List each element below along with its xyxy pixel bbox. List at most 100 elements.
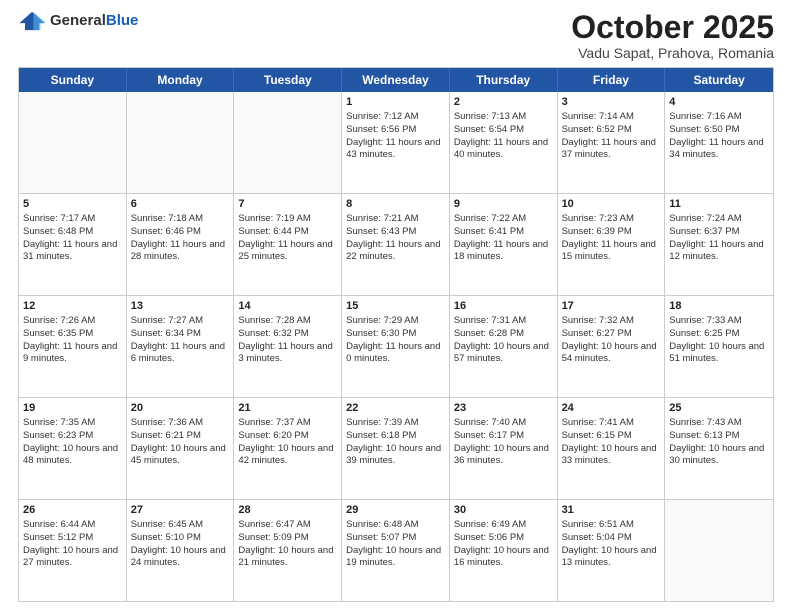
- weekday-sunday: Sunday: [19, 68, 127, 92]
- calendar-cell: 10Sunrise: 7:23 AMSunset: 6:39 PMDayligh…: [558, 194, 666, 295]
- calendar-row-1: 5Sunrise: 7:17 AMSunset: 6:48 PMDaylight…: [19, 193, 773, 295]
- sunset-text: Sunset: 5:09 PM: [238, 532, 337, 545]
- day-number: 17: [562, 299, 661, 314]
- sunset-text: Sunset: 5:10 PM: [131, 532, 230, 545]
- sunrise-text: Sunrise: 7:14 AM: [562, 111, 661, 124]
- sunrise-text: Sunrise: 7:33 AM: [669, 315, 769, 328]
- sunrise-text: Sunrise: 7:22 AM: [454, 213, 553, 226]
- sunrise-text: Sunrise: 7:23 AM: [562, 213, 661, 226]
- day-number: 26: [23, 503, 122, 518]
- day-number: 30: [454, 503, 553, 518]
- sunset-text: Sunset: 6:18 PM: [346, 430, 445, 443]
- calendar-cell: 9Sunrise: 7:22 AMSunset: 6:41 PMDaylight…: [450, 194, 558, 295]
- calendar-cell: 26Sunrise: 6:44 AMSunset: 5:12 PMDayligh…: [19, 500, 127, 601]
- sunset-text: Sunset: 6:56 PM: [346, 124, 445, 137]
- sunset-text: Sunset: 5:12 PM: [23, 532, 122, 545]
- calendar-cell: 16Sunrise: 7:31 AMSunset: 6:28 PMDayligh…: [450, 296, 558, 397]
- sunrise-text: Sunrise: 7:41 AM: [562, 417, 661, 430]
- sunrise-text: Sunrise: 7:39 AM: [346, 417, 445, 430]
- daylight-text: Daylight: 11 hours and 31 minutes.: [23, 239, 122, 265]
- sunset-text: Sunset: 6:39 PM: [562, 226, 661, 239]
- day-number: 9: [454, 197, 553, 212]
- day-number: 6: [131, 197, 230, 212]
- sunrise-text: Sunrise: 7:29 AM: [346, 315, 445, 328]
- daylight-text: Daylight: 11 hours and 37 minutes.: [562, 137, 661, 163]
- day-number: 13: [131, 299, 230, 314]
- weekday-tuesday: Tuesday: [234, 68, 342, 92]
- daylight-text: Daylight: 10 hours and 51 minutes.: [669, 341, 769, 367]
- sunset-text: Sunset: 6:28 PM: [454, 328, 553, 341]
- calendar-cell: 15Sunrise: 7:29 AMSunset: 6:30 PMDayligh…: [342, 296, 450, 397]
- calendar-cell: 18Sunrise: 7:33 AMSunset: 6:25 PMDayligh…: [665, 296, 773, 397]
- day-number: 23: [454, 401, 553, 416]
- day-number: 5: [23, 197, 122, 212]
- daylight-text: Daylight: 11 hours and 25 minutes.: [238, 239, 337, 265]
- sunrise-text: Sunrise: 7:21 AM: [346, 213, 445, 226]
- sunrise-text: Sunrise: 6:51 AM: [562, 519, 661, 532]
- sunset-text: Sunset: 6:43 PM: [346, 226, 445, 239]
- sunset-text: Sunset: 6:34 PM: [131, 328, 230, 341]
- sunset-text: Sunset: 6:13 PM: [669, 430, 769, 443]
- title-block: October 2025 Vadu Sapat, Prahova, Romani…: [571, 10, 774, 61]
- daylight-text: Daylight: 11 hours and 6 minutes.: [131, 341, 230, 367]
- daylight-text: Daylight: 10 hours and 27 minutes.: [23, 545, 122, 571]
- calendar-cell: 11Sunrise: 7:24 AMSunset: 6:37 PMDayligh…: [665, 194, 773, 295]
- logo: GeneralBlue: [18, 10, 138, 32]
- day-number: 19: [23, 401, 122, 416]
- day-number: 8: [346, 197, 445, 212]
- location-title: Vadu Sapat, Prahova, Romania: [571, 45, 774, 61]
- day-number: 27: [131, 503, 230, 518]
- sunset-text: Sunset: 6:52 PM: [562, 124, 661, 137]
- day-number: 18: [669, 299, 769, 314]
- calendar-row-2: 12Sunrise: 7:26 AMSunset: 6:35 PMDayligh…: [19, 295, 773, 397]
- calendar-cell: 7Sunrise: 7:19 AMSunset: 6:44 PMDaylight…: [234, 194, 342, 295]
- calendar-cell: [234, 92, 342, 193]
- daylight-text: Daylight: 11 hours and 0 minutes.: [346, 341, 445, 367]
- sunrise-text: Sunrise: 6:45 AM: [131, 519, 230, 532]
- sunset-text: Sunset: 6:21 PM: [131, 430, 230, 443]
- sunrise-text: Sunrise: 7:12 AM: [346, 111, 445, 124]
- day-number: 22: [346, 401, 445, 416]
- sunrise-text: Sunrise: 7:43 AM: [669, 417, 769, 430]
- calendar-cell: 21Sunrise: 7:37 AMSunset: 6:20 PMDayligh…: [234, 398, 342, 499]
- sunrise-text: Sunrise: 7:32 AM: [562, 315, 661, 328]
- calendar-cell: 28Sunrise: 6:47 AMSunset: 5:09 PMDayligh…: [234, 500, 342, 601]
- daylight-text: Daylight: 11 hours and 3 minutes.: [238, 341, 337, 367]
- calendar-cell: 31Sunrise: 6:51 AMSunset: 5:04 PMDayligh…: [558, 500, 666, 601]
- day-number: 28: [238, 503, 337, 518]
- calendar-cell: 4Sunrise: 7:16 AMSunset: 6:50 PMDaylight…: [665, 92, 773, 193]
- day-number: 1: [346, 95, 445, 110]
- calendar-cell: 25Sunrise: 7:43 AMSunset: 6:13 PMDayligh…: [665, 398, 773, 499]
- sunset-text: Sunset: 5:07 PM: [346, 532, 445, 545]
- sunset-text: Sunset: 6:35 PM: [23, 328, 122, 341]
- sunrise-text: Sunrise: 7:18 AM: [131, 213, 230, 226]
- calendar-cell: 22Sunrise: 7:39 AMSunset: 6:18 PMDayligh…: [342, 398, 450, 499]
- daylight-text: Daylight: 10 hours and 54 minutes.: [562, 341, 661, 367]
- sunset-text: Sunset: 6:32 PM: [238, 328, 337, 341]
- sunrise-text: Sunrise: 7:13 AM: [454, 111, 553, 124]
- sunset-text: Sunset: 6:44 PM: [238, 226, 337, 239]
- daylight-text: Daylight: 10 hours and 39 minutes.: [346, 443, 445, 469]
- day-number: 29: [346, 503, 445, 518]
- daylight-text: Daylight: 11 hours and 34 minutes.: [669, 137, 769, 163]
- day-number: 14: [238, 299, 337, 314]
- day-number: 7: [238, 197, 337, 212]
- sunset-text: Sunset: 6:46 PM: [131, 226, 230, 239]
- month-title: October 2025: [571, 10, 774, 45]
- calendar-cell: 6Sunrise: 7:18 AMSunset: 6:46 PMDaylight…: [127, 194, 235, 295]
- calendar-header: Sunday Monday Tuesday Wednesday Thursday…: [19, 68, 773, 92]
- sunrise-text: Sunrise: 7:27 AM: [131, 315, 230, 328]
- header: GeneralBlue October 2025 Vadu Sapat, Pra…: [18, 10, 774, 61]
- calendar-cell: 3Sunrise: 7:14 AMSunset: 6:52 PMDaylight…: [558, 92, 666, 193]
- calendar-cell: 30Sunrise: 6:49 AMSunset: 5:06 PMDayligh…: [450, 500, 558, 601]
- sunrise-text: Sunrise: 7:37 AM: [238, 417, 337, 430]
- logo-text: GeneralBlue: [50, 12, 138, 30]
- sunrise-text: Sunrise: 7:26 AM: [23, 315, 122, 328]
- weekday-saturday: Saturday: [665, 68, 773, 92]
- sunset-text: Sunset: 6:50 PM: [669, 124, 769, 137]
- calendar-cell: [127, 92, 235, 193]
- daylight-text: Daylight: 11 hours and 43 minutes.: [346, 137, 445, 163]
- calendar-cell: 17Sunrise: 7:32 AMSunset: 6:27 PMDayligh…: [558, 296, 666, 397]
- sunset-text: Sunset: 6:37 PM: [669, 226, 769, 239]
- logo-icon: [18, 10, 46, 32]
